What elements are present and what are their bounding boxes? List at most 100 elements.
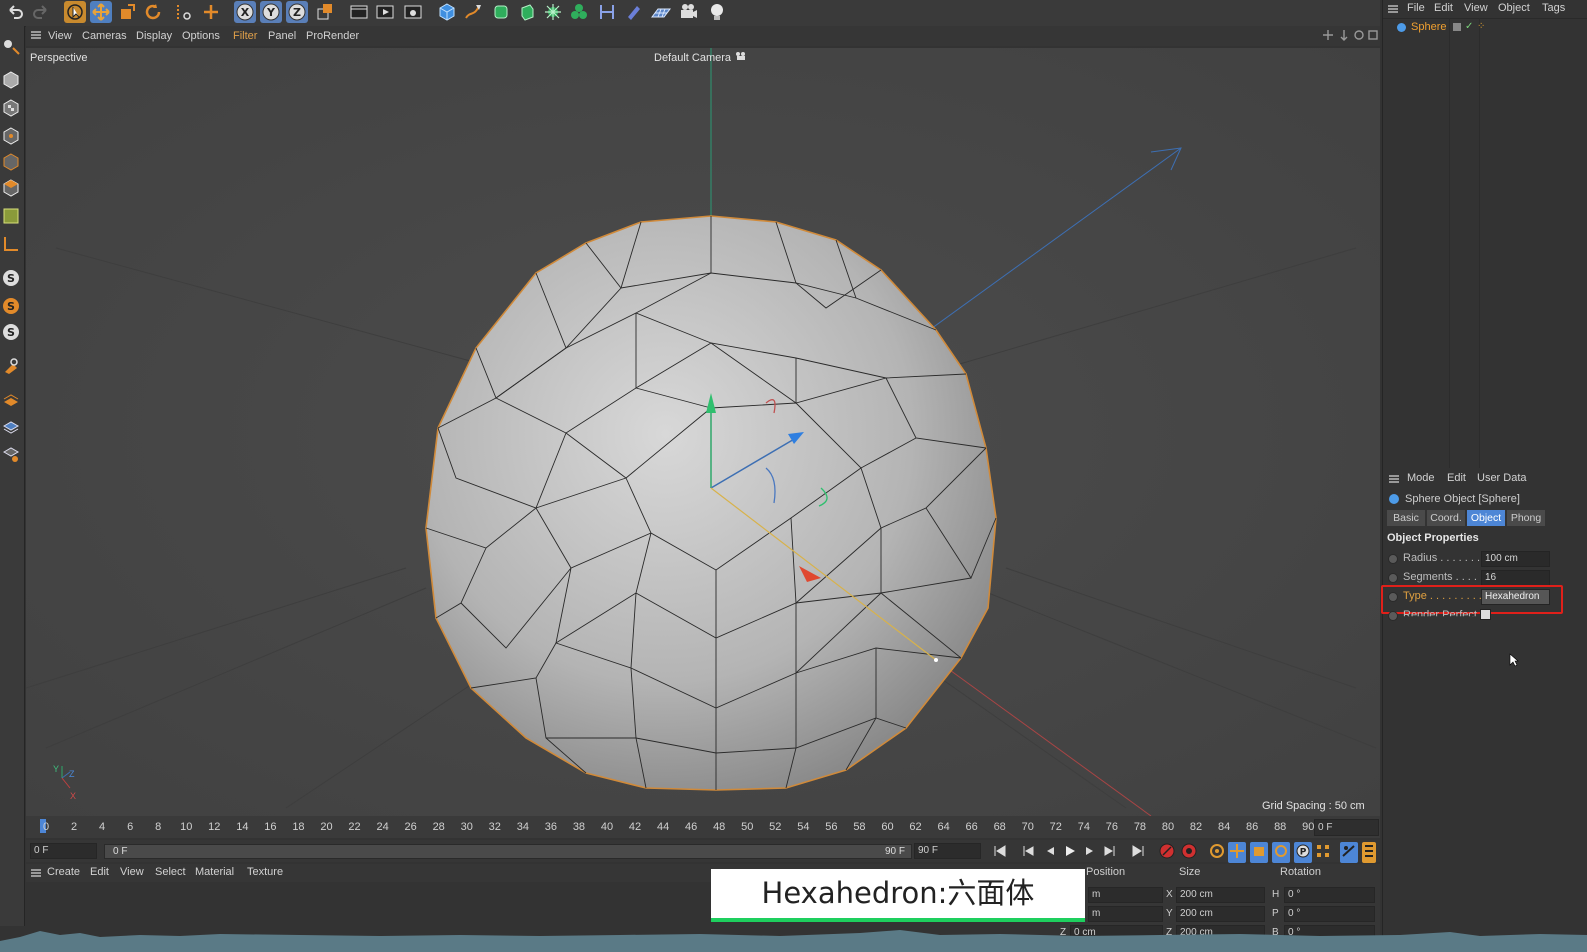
rot-h-field[interactable]: 0 ° <box>1284 887 1375 903</box>
segments-field[interactable]: 16 <box>1481 570 1550 586</box>
tab-coord[interactable]: Coord. <box>1427 510 1465 526</box>
z-axis-lock-icon[interactable]: Z <box>286 1 308 23</box>
tag-icon[interactable]: ⁘ <box>1477 21 1485 32</box>
viewport-zoom-icon[interactable] <box>1338 29 1350 44</box>
cube-object-icon[interactable] <box>436 1 458 23</box>
menu-options[interactable]: Options <box>182 30 220 42</box>
viewport-move-icon[interactable] <box>1322 29 1334 44</box>
go-to-end-icon[interactable] <box>1130 843 1146 862</box>
mat-menu-edit[interactable]: Edit <box>90 866 109 878</box>
pos-x-field[interactable]: m <box>1088 887 1163 903</box>
menu-prorender[interactable]: ProRender <box>306 30 359 42</box>
om-menu-tags[interactable]: Tags <box>1542 2 1565 14</box>
om-menu-view[interactable]: View <box>1464 2 1488 14</box>
viewport-maximize-icon[interactable] <box>1367 29 1379 44</box>
previous-frame-icon[interactable] <box>1042 843 1058 862</box>
om-menu-edit[interactable]: Edit <box>1434 2 1453 14</box>
coordinate-system-icon[interactable] <box>314 1 336 23</box>
deformer-icon[interactable] <box>596 1 618 23</box>
object-manager-menu-icon[interactable] <box>1387 3 1399 18</box>
start-frame-field[interactable]: 0 F <box>30 843 97 859</box>
subdivision-surface-icon[interactable] <box>490 1 512 23</box>
move-tool-icon[interactable] <box>90 1 112 23</box>
om-menu-object[interactable]: Object <box>1498 2 1530 14</box>
render-picture-viewer-icon[interactable] <box>374 1 396 23</box>
texture-mode-icon[interactable] <box>1 98 21 118</box>
go-to-start-icon[interactable] <box>992 843 1008 862</box>
quantize-icon[interactable]: S <box>1 322 21 342</box>
menu-view[interactable]: View <box>48 30 72 42</box>
mat-menu-texture[interactable]: Texture <box>247 866 283 878</box>
rotate-tool-icon[interactable] <box>142 1 164 23</box>
record-keys-icon[interactable] <box>1158 842 1176 863</box>
previous-key-icon[interactable] <box>1020 843 1036 862</box>
end-frame-field[interactable]: 90 F <box>914 843 981 859</box>
snap-settings-icon[interactable]: S <box>1 296 21 316</box>
material-menu-icon[interactable] <box>30 867 42 882</box>
uv-mode-icon[interactable] <box>1 206 21 226</box>
radius-field[interactable]: 100 cm <box>1481 551 1550 567</box>
model-mode-icon[interactable] <box>1 70 21 90</box>
live-selection-icon[interactable] <box>64 1 86 23</box>
am-menu-edit[interactable]: Edit <box>1447 472 1466 484</box>
field-icon[interactable] <box>622 1 644 23</box>
camera-icon[interactable] <box>678 1 700 23</box>
mograph-icon[interactable] <box>568 1 590 23</box>
solo-mode-icon[interactable] <box>1 390 21 410</box>
edges-mode-icon[interactable] <box>1 152 21 172</box>
timeline-settings-icon[interactable] <box>1362 842 1376 863</box>
viewport-perspective[interactable]: Y Z X Perspective Default Camera Grid Sp… <box>26 48 1380 816</box>
layer-icon[interactable] <box>1 416 21 436</box>
rotation-key-icon[interactable] <box>1272 842 1290 863</box>
enabled-check-icon[interactable]: ✓ <box>1465 21 1473 32</box>
render-view-icon[interactable] <box>348 1 370 23</box>
autokey-icon[interactable] <box>1180 842 1198 863</box>
tab-phong[interactable]: Phong <box>1507 510 1545 526</box>
mat-menu-select[interactable]: Select <box>155 866 186 878</box>
redo-icon[interactable] <box>30 1 52 23</box>
next-frame-icon[interactable] <box>1082 843 1098 862</box>
menu-display[interactable]: Display <box>136 30 172 42</box>
tweak-mode-icon[interactable] <box>1 356 21 376</box>
mat-menu-view[interactable]: View <box>120 866 144 878</box>
scale-key-icon[interactable] <box>1250 842 1268 863</box>
y-axis-lock-icon[interactable]: Y <box>260 1 282 23</box>
play-icon[interactable] <box>1062 843 1078 862</box>
mat-menu-material[interactable]: Material <box>195 866 234 878</box>
visibility-toggle-icon[interactable] <box>1453 23 1461 31</box>
menu-cameras[interactable]: Cameras <box>82 30 127 42</box>
workplane-icon[interactable] <box>1 234 21 254</box>
timeline-window-icon[interactable] <box>1340 842 1358 863</box>
current-frame-field[interactable]: 0 F <box>1314 819 1379 836</box>
keyframe-selection-icon[interactable] <box>1208 842 1226 863</box>
floor-icon[interactable] <box>650 1 672 23</box>
object-row-sphere[interactable]: Sphere ✓ ⁘ <box>1389 20 1549 35</box>
layer-browser-icon[interactable] <box>1 444 21 464</box>
scale-tool-icon[interactable] <box>116 1 138 23</box>
tab-object[interactable]: Object <box>1467 510 1505 526</box>
points-mode-icon[interactable] <box>1 126 21 146</box>
parameter-key-icon[interactable]: P <box>1294 842 1312 863</box>
size-x-field[interactable]: 200 cm <box>1176 887 1265 903</box>
add-icon[interactable] <box>200 1 222 23</box>
extrude-icon[interactable] <box>516 1 538 23</box>
segments-keyframe-toggle[interactable] <box>1388 573 1398 583</box>
frame-range-slider[interactable]: 0 F 90 F <box>104 844 912 859</box>
om-menu-file[interactable]: File <box>1407 2 1425 14</box>
menu-panel[interactable]: Panel <box>268 30 296 42</box>
polygons-mode-icon[interactable] <box>1 178 21 198</box>
camera-label[interactable]: Default Camera <box>654 52 731 64</box>
make-editable-icon[interactable] <box>1 36 21 56</box>
cloner-icon[interactable] <box>542 1 564 23</box>
recent-tools-icon[interactable] <box>172 1 194 23</box>
render-settings-icon[interactable] <box>402 1 424 23</box>
camera-link-icon[interactable] <box>735 51 747 64</box>
hamburger-menu-icon[interactable] <box>30 29 42 44</box>
menu-filter[interactable]: Filter <box>233 30 257 42</box>
render-perfect-checkbox[interactable] <box>1480 609 1491 620</box>
pen-spline-icon[interactable] <box>462 1 484 23</box>
mat-menu-create[interactable]: Create <box>47 866 80 878</box>
radius-keyframe-toggle[interactable] <box>1388 554 1398 564</box>
timeline-ruler[interactable]: 0 2 4 6 8 10 12 14 16 18 20 22 24 26 28 30 32 34 36 38 40 42 4… <box>26 816 1380 838</box>
pla-key-icon[interactable] <box>1314 842 1332 863</box>
